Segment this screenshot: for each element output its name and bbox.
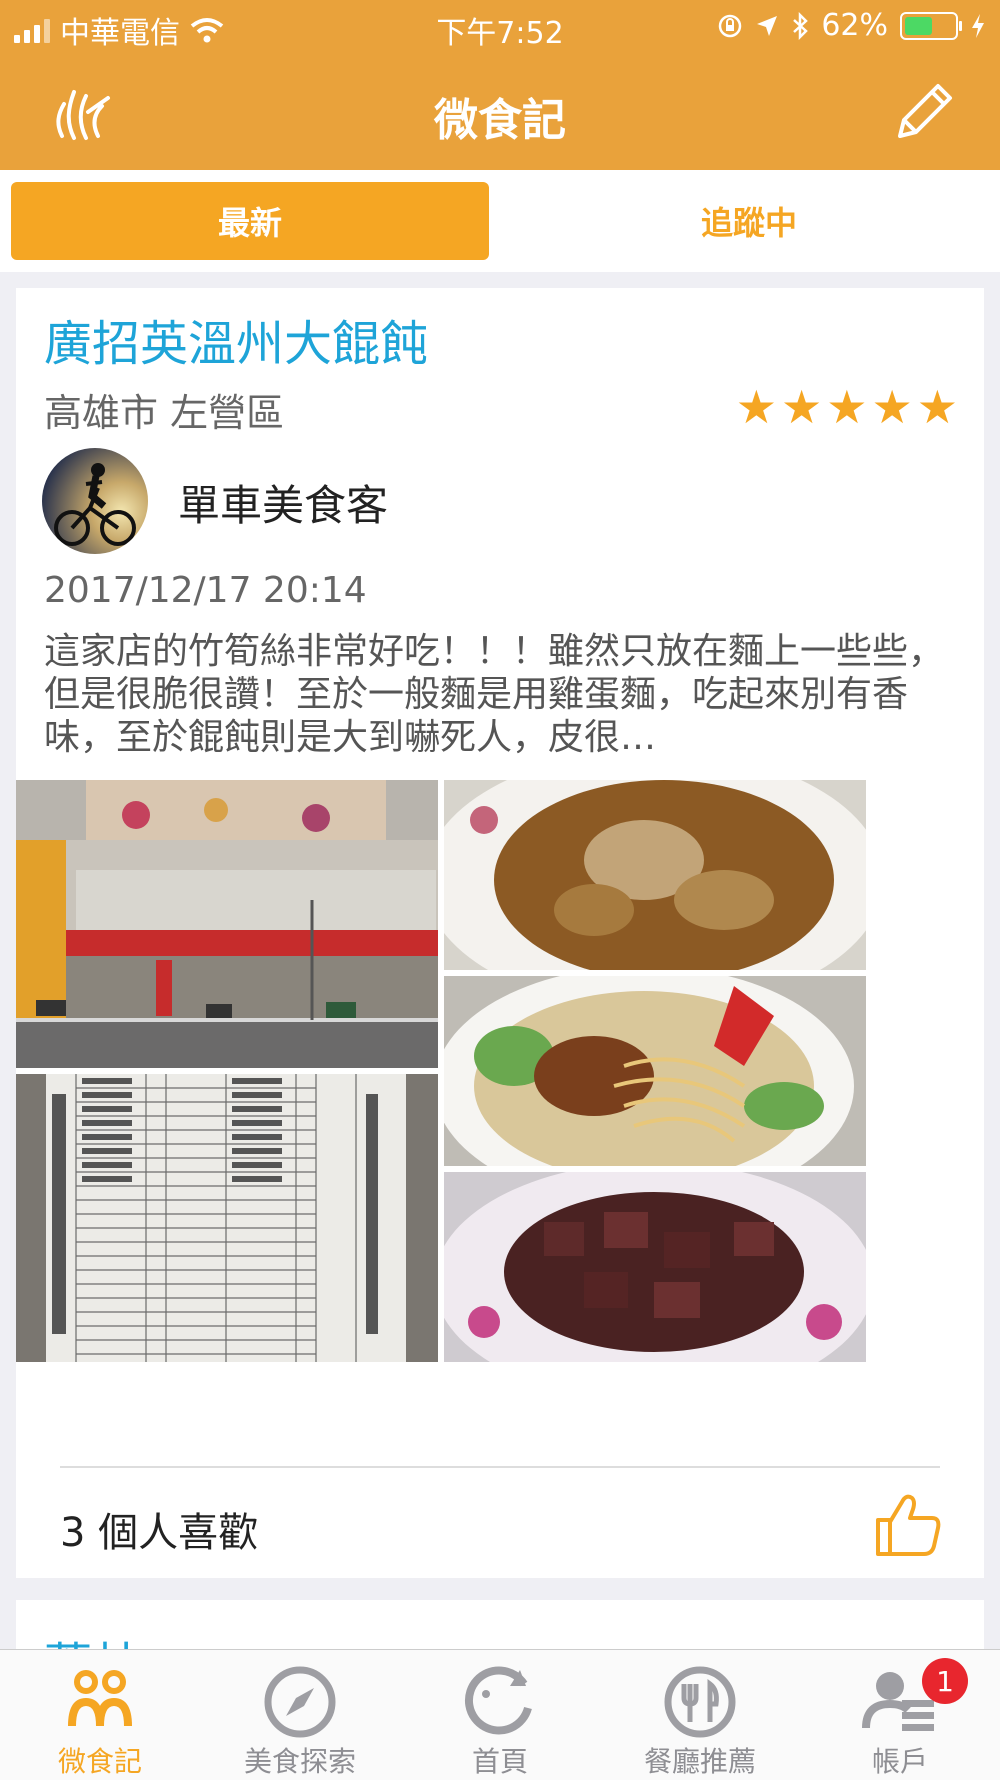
post-date: 2017/12/17 20:14 bbox=[44, 570, 367, 611]
author-name[interactable]: 單車美食客 bbox=[178, 472, 388, 533]
post-text[interactable]: 這家店的竹筍絲非常好吃！！！雖然只放在麵上一些些，但是很脆很讚！至於一般麵是用雞… bbox=[44, 630, 956, 759]
star-icon: ★ bbox=[781, 380, 823, 434]
pencil-icon[interactable] bbox=[888, 78, 958, 148]
tab-latest[interactable]: 最新 bbox=[11, 182, 489, 260]
battery-percent: 62% bbox=[821, 8, 888, 43]
post-card[interactable]: 廣招英溫州大餛飩 高雄市 左營區 ★ ★ ★ ★ ★ 單車美食客 2017/12… bbox=[16, 288, 984, 1578]
page-title: 微食記 bbox=[434, 95, 566, 146]
tab-label: 帳戶 bbox=[871, 1745, 928, 1778]
photo-grid bbox=[16, 780, 984, 1430]
tab-label: 首頁 bbox=[471, 1745, 528, 1778]
home-refresh-icon bbox=[464, 1666, 532, 1735]
status-bar: 中華電信 下午7:52 62% bbox=[0, 0, 1000, 56]
star-icon: ★ bbox=[735, 380, 777, 434]
star-icon: ★ bbox=[871, 380, 913, 434]
tab-home[interactable]: 首頁 bbox=[400, 1650, 600, 1780]
restaurant-name[interactable]: 廣招英溫州大餛飩 bbox=[44, 304, 428, 374]
thumbs-up-icon[interactable] bbox=[872, 1488, 944, 1560]
noodle-soup-photo[interactable] bbox=[444, 976, 866, 1166]
battery-icon bbox=[900, 11, 962, 40]
divider bbox=[60, 1466, 940, 1468]
tab-explore[interactable]: 美食探索 bbox=[200, 1650, 400, 1780]
tab-restaurant-recommend[interactable]: 餐廳推薦 bbox=[600, 1650, 800, 1780]
star-icon: ★ bbox=[916, 380, 958, 434]
tab-label: 微食記 bbox=[57, 1745, 142, 1778]
dumpling-sauce-photo[interactable] bbox=[444, 780, 866, 970]
avatar[interactable] bbox=[42, 448, 148, 554]
location-icon bbox=[757, 15, 778, 36]
restaurant-location: 高雄市 左營區 bbox=[44, 391, 285, 435]
feed-tabs: 最新 追蹤中 bbox=[0, 170, 1000, 272]
compass-icon bbox=[264, 1666, 336, 1738]
tab-label: 餐廳推薦 bbox=[643, 1745, 756, 1778]
nav-bar: 微食記 bbox=[0, 56, 1000, 170]
star-icon: ★ bbox=[826, 380, 868, 434]
like-count[interactable]: 3 個人喜歡 bbox=[60, 1500, 258, 1558]
storefront-photo[interactable] bbox=[16, 780, 438, 1068]
charging-icon bbox=[972, 13, 984, 38]
notification-badge: 1 bbox=[922, 1658, 968, 1704]
menu-photo[interactable] bbox=[16, 1074, 438, 1362]
tab-following[interactable]: 追蹤中 bbox=[510, 182, 988, 260]
people-icon bbox=[68, 1670, 132, 1726]
orientation-lock-icon bbox=[719, 14, 742, 37]
bottom-tab-bar: 微食記 美食探索 首頁 餐廳推薦 1 帳戶 bbox=[0, 1649, 1000, 1780]
braised-dish-photo[interactable] bbox=[444, 1172, 866, 1362]
tab-label: 美食探索 bbox=[243, 1745, 356, 1778]
tab-micro-food[interactable]: 微食記 bbox=[0, 1650, 200, 1780]
bluetooth-icon bbox=[793, 11, 809, 40]
fork-knife-icon bbox=[664, 1666, 736, 1738]
rating-stars: ★ ★ ★ ★ ★ bbox=[736, 384, 958, 430]
tab-account[interactable]: 1 帳戶 bbox=[800, 1650, 1000, 1780]
